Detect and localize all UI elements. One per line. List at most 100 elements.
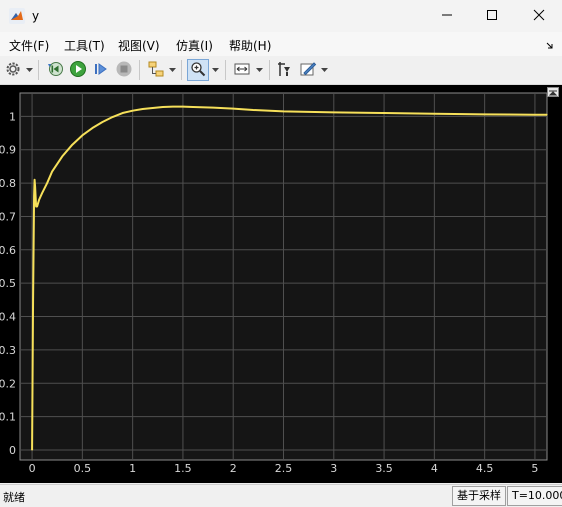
data-point <box>91 127 94 129</box>
y-tick-label: 0.7 <box>0 210 16 223</box>
zoom-icon <box>190 61 206 80</box>
step-back-button[interactable] <box>44 59 66 81</box>
data-point <box>192 106 194 108</box>
data-point <box>101 121 104 123</box>
data-point <box>38 199 40 201</box>
zoom-dropdown[interactable] <box>212 65 219 73</box>
sample-mode-indicator: 基于采样 <box>452 486 506 506</box>
cursor-measure-button[interactable] <box>274 59 296 81</box>
step-forward-button[interactable] <box>90 59 112 81</box>
settings-icon <box>5 61 21 80</box>
menu-bar: 文件(F) 工具(T) 视图(V) 仿真(I) 帮助(H) <box>0 32 562 56</box>
data-point <box>51 170 53 173</box>
menu-help[interactable]: 帮助(H) <box>229 37 271 54</box>
toolbar-separator <box>181 60 182 80</box>
toolbar-separator <box>139 60 140 80</box>
collapse-arrow-icon[interactable] <box>546 39 554 53</box>
undock-icon <box>548 85 558 99</box>
minimize-icon <box>441 9 453 24</box>
y-tick-label: 0.1 <box>0 411 16 424</box>
scope-plot-area[interactable]: 0 0.5 1 1.5 2 2.5 3 3.5 4 4.5 5 0 0.1 0.2 0.3 0.4 0.5 0.6… <box>0 85 562 483</box>
menu-simulation[interactable]: 仿真(I) <box>176 37 213 54</box>
run-button[interactable] <box>67 59 89 81</box>
y-tick-label: 0.9 <box>0 144 16 157</box>
maximize-icon <box>486 9 498 24</box>
step-forward-icon <box>92 60 110 81</box>
data-point <box>534 114 536 116</box>
x-tick-label: 3.5 <box>375 462 393 475</box>
data-point <box>41 192 43 194</box>
data-point <box>71 144 73 146</box>
data-point <box>172 106 174 108</box>
maximize-button[interactable] <box>469 0 515 32</box>
menu-view[interactable]: 视图(V) <box>118 37 160 54</box>
settings-dropdown[interactable] <box>26 65 33 73</box>
y-tick-label: 0.8 <box>0 177 16 190</box>
x-tick-label: 2.5 <box>275 462 293 475</box>
data-point <box>546 114 548 116</box>
data-point <box>232 108 234 110</box>
data-point <box>31 449 33 451</box>
data-point <box>162 106 164 108</box>
toolbar <box>0 56 562 85</box>
data-point <box>34 185 36 188</box>
signal-selector-button[interactable] <box>145 59 167 81</box>
chevron-down-icon <box>212 62 219 76</box>
y-tick-label: 1 <box>9 110 16 123</box>
fit-to-view-icon <box>233 60 251 81</box>
status-bar: 就绪 基于采样 T=10.000 <box>0 484 562 507</box>
data-point <box>132 110 134 112</box>
chevron-down-icon <box>256 62 263 76</box>
x-tick-label: 4 <box>431 462 438 475</box>
data-point <box>46 182 48 184</box>
x-tick-label: 2 <box>230 462 237 475</box>
data-point <box>61 155 63 157</box>
data-point <box>252 109 254 111</box>
close-button[interactable] <box>516 0 562 32</box>
menu-file[interactable]: 文件(F) <box>9 37 49 54</box>
chevron-down-icon <box>26 62 33 76</box>
minimize-button[interactable] <box>424 0 470 32</box>
y-tick-label: 0.4 <box>0 311 16 324</box>
window-title: y <box>32 9 40 23</box>
data-point <box>433 113 435 115</box>
x-tick-label: 5 <box>531 462 538 475</box>
scope-chart[interactable]: 0 0.5 1 1.5 2 2.5 3 3.5 4 4.5 5 0 0.1 0.2 0.3 0.4 0.5 0.6… <box>0 85 562 483</box>
stop-icon <box>115 60 133 81</box>
data-point <box>282 110 285 112</box>
toolbar-separator <box>225 60 226 80</box>
x-tick-label: 0 <box>29 462 36 475</box>
style-dropdown[interactable] <box>321 65 328 73</box>
fit-to-view-dropdown[interactable] <box>256 65 263 73</box>
run-icon <box>69 60 87 81</box>
toolbar-separator <box>38 60 39 80</box>
data-point <box>33 179 36 181</box>
cursor-measure-icon <box>276 60 294 81</box>
fit-to-view-button[interactable] <box>231 59 253 81</box>
data-point <box>142 108 144 110</box>
style-icon <box>299 60 317 81</box>
data-point <box>111 116 114 118</box>
data-point <box>212 107 214 109</box>
y-tick-label: 0.6 <box>0 244 16 257</box>
stop-button[interactable] <box>113 59 135 81</box>
data-point <box>32 299 34 301</box>
zoom-button[interactable] <box>187 59 209 81</box>
data-point <box>182 106 184 108</box>
data-point <box>333 111 335 113</box>
y-tick-label: 0.5 <box>0 277 16 290</box>
simulation-time: T=10.000 <box>507 486 562 506</box>
settings-button[interactable] <box>2 59 24 81</box>
signal-selector-icon <box>147 60 165 81</box>
undock-button[interactable] <box>547 87 559 97</box>
x-tick-label: 0.5 <box>74 462 92 475</box>
x-tick-label: 4.5 <box>476 462 494 475</box>
menu-tools[interactable]: 工具(T) <box>64 37 105 54</box>
y-tick-label: 0.3 <box>0 344 16 357</box>
signal-selector-dropdown[interactable] <box>169 65 176 73</box>
restore-step-back-icon <box>46 60 64 81</box>
data-point <box>383 112 385 114</box>
data-point <box>36 205 38 208</box>
style-button[interactable] <box>297 59 319 81</box>
data-point <box>121 112 124 114</box>
